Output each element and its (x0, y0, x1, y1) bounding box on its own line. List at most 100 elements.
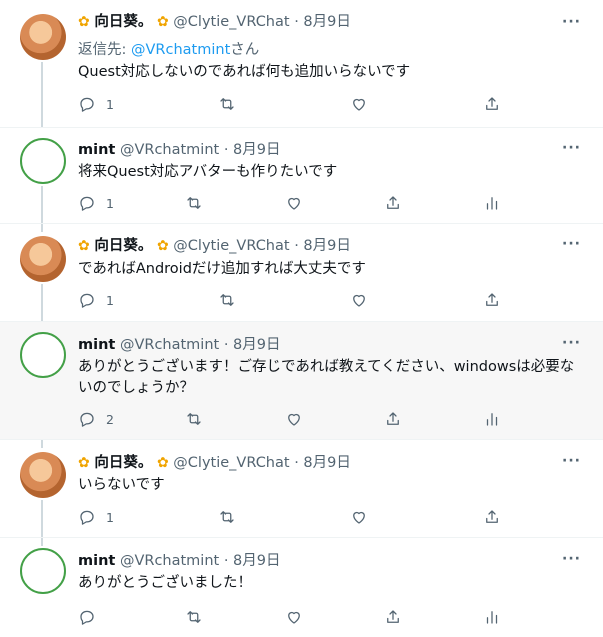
avatar[interactable] (20, 548, 66, 594)
sunflower-emoji: ✿ (78, 14, 90, 30)
retweet-icon (220, 294, 234, 306)
more-icon[interactable]: ··· (562, 236, 581, 252)
separator: · (294, 14, 299, 30)
retweet-button[interactable] (218, 508, 236, 526)
more-icon[interactable]: ··· (562, 453, 581, 469)
handle[interactable]: @Clytie_VRChat (173, 455, 289, 471)
reply-suffix: さん (230, 42, 260, 58)
like-button[interactable] (350, 291, 368, 309)
retweet-icon (220, 98, 234, 110)
timestamp[interactable]: 8月9日 (233, 142, 280, 158)
analytics-button[interactable] (483, 410, 501, 428)
share-icon (486, 97, 498, 110)
handle[interactable]: @VRchatmint (120, 553, 219, 569)
reply-button[interactable]: 1 (78, 194, 114, 212)
share-icon (387, 196, 399, 209)
separator: · (223, 553, 229, 569)
reply-count: 1 (106, 96, 114, 112)
reply-button[interactable] (78, 608, 96, 626)
display-name[interactable]: mint (78, 553, 115, 569)
action-bar: 1 (78, 508, 578, 528)
reply-button[interactable]: 1 (78, 95, 114, 113)
like-button[interactable] (285, 194, 303, 212)
reply-count: 1 (106, 509, 114, 525)
share-button[interactable] (384, 194, 402, 212)
like-icon (288, 197, 300, 210)
separator: · (294, 238, 299, 254)
action-bar: 2 (78, 410, 578, 430)
share-button[interactable] (483, 291, 501, 309)
display-name[interactable]: mint (78, 337, 115, 353)
tweet[interactable]: ✿ 向日葵。 ✿ @Clytie_VRChat · 8月9日 ··· 返信先: … (0, 0, 603, 128)
separator: · (223, 142, 229, 158)
share-icon (486, 293, 498, 306)
reply-button[interactable]: 1 (78, 291, 114, 309)
handle[interactable]: @VRchatmint (120, 142, 219, 158)
more-icon[interactable]: ··· (562, 140, 581, 156)
more-icon[interactable]: ··· (562, 335, 581, 351)
more-icon[interactable]: ··· (562, 14, 581, 30)
analytics-button[interactable] (483, 608, 501, 626)
tweet-text: 将来Quest対応アバターも作りたいです (78, 164, 338, 180)
display-name[interactable]: 向日葵。 (94, 14, 152, 30)
display-name[interactable]: 向日葵。 (94, 455, 152, 471)
share-button[interactable] (384, 410, 402, 428)
tweet[interactable]: ✿ 向日葵。 ✿ @Clytie_VRChat · 8月9日 ··· であればA… (0, 224, 603, 322)
display-name[interactable]: 向日葵。 (94, 238, 152, 254)
avatar[interactable] (20, 14, 66, 60)
avatar[interactable] (20, 452, 66, 498)
like-icon (353, 511, 365, 524)
tweet[interactable]: mint @VRchatmint · 8月9日 ··· 将来Quest対応アバタ… (0, 128, 603, 224)
reply-handle-link[interactable]: @VRchatmint (131, 42, 230, 58)
avatar[interactable] (20, 236, 66, 282)
share-icon (486, 510, 498, 523)
sunflower-emoji: ✿ (78, 238, 90, 254)
retweet-button[interactable] (185, 194, 203, 212)
reply-icon (80, 293, 94, 308)
action-bar: 1 (78, 95, 578, 115)
like-button[interactable] (285, 608, 303, 626)
tweet-header: ✿ 向日葵。 ✿ @Clytie_VRChat · 8月9日 (78, 12, 351, 32)
share-button[interactable] (384, 608, 402, 626)
like-button[interactable] (350, 95, 368, 113)
like-button[interactable] (285, 410, 303, 428)
timestamp[interactable]: 8月9日 (303, 14, 350, 30)
tweet[interactable]: mint @VRchatmint · 8月9日 ··· ありがとうございました！ (0, 538, 603, 637)
reply-count: 1 (106, 292, 114, 308)
avatar[interactable] (20, 332, 66, 378)
reply-button[interactable]: 1 (78, 508, 114, 526)
reply-to: 返信先: @VRchatmintさん (78, 38, 259, 59)
retweet-button[interactable] (185, 410, 203, 428)
share-icon (387, 412, 399, 425)
handle[interactable]: @Clytie_VRChat (173, 14, 289, 30)
sunflower-emoji: ✿ (156, 455, 169, 471)
analytics-icon (486, 413, 498, 426)
more-icon[interactable]: ··· (562, 551, 581, 567)
retweet-button[interactable] (218, 95, 236, 113)
retweet-icon (187, 197, 201, 209)
timestamp[interactable]: 8月9日 (303, 238, 350, 254)
tweet-header: mint @VRchatmint · 8月9日 (78, 335, 281, 355)
action-bar (78, 608, 578, 628)
like-button[interactable] (350, 508, 368, 526)
timestamp[interactable]: 8月9日 (303, 455, 350, 471)
share-button[interactable] (483, 95, 501, 113)
timestamp[interactable]: 8月9日 (233, 337, 280, 353)
reply-button[interactable]: 2 (78, 410, 114, 428)
timestamp[interactable]: 8月9日 (233, 553, 280, 569)
handle[interactable]: @Clytie_VRChat (173, 238, 289, 254)
tweet-text: いらないです (78, 477, 165, 493)
sunflower-emoji: ✿ (156, 238, 169, 254)
retweet-button[interactable] (218, 291, 236, 309)
tweet-header: ✿ 向日葵。 ✿ @Clytie_VRChat · 8月9日 (78, 236, 351, 256)
share-button[interactable] (483, 508, 501, 526)
reply-icon (80, 610, 94, 625)
display-name[interactable]: mint (78, 142, 115, 158)
retweet-button[interactable] (185, 608, 203, 626)
analytics-button[interactable] (483, 194, 501, 212)
tweet[interactable]: mint @VRchatmint · 8月9日 ··· ありがとうございます！ご… (0, 322, 603, 440)
tweet-text: ありがとうございます！ご存じであれば教えてください、windowsは必要ないので… (78, 359, 575, 396)
avatar[interactable] (20, 138, 66, 184)
tweet[interactable]: ✿ 向日葵。 ✿ @Clytie_VRChat · 8月9日 ··· いらないで… (0, 440, 603, 538)
handle[interactable]: @VRchatmint (120, 337, 219, 353)
